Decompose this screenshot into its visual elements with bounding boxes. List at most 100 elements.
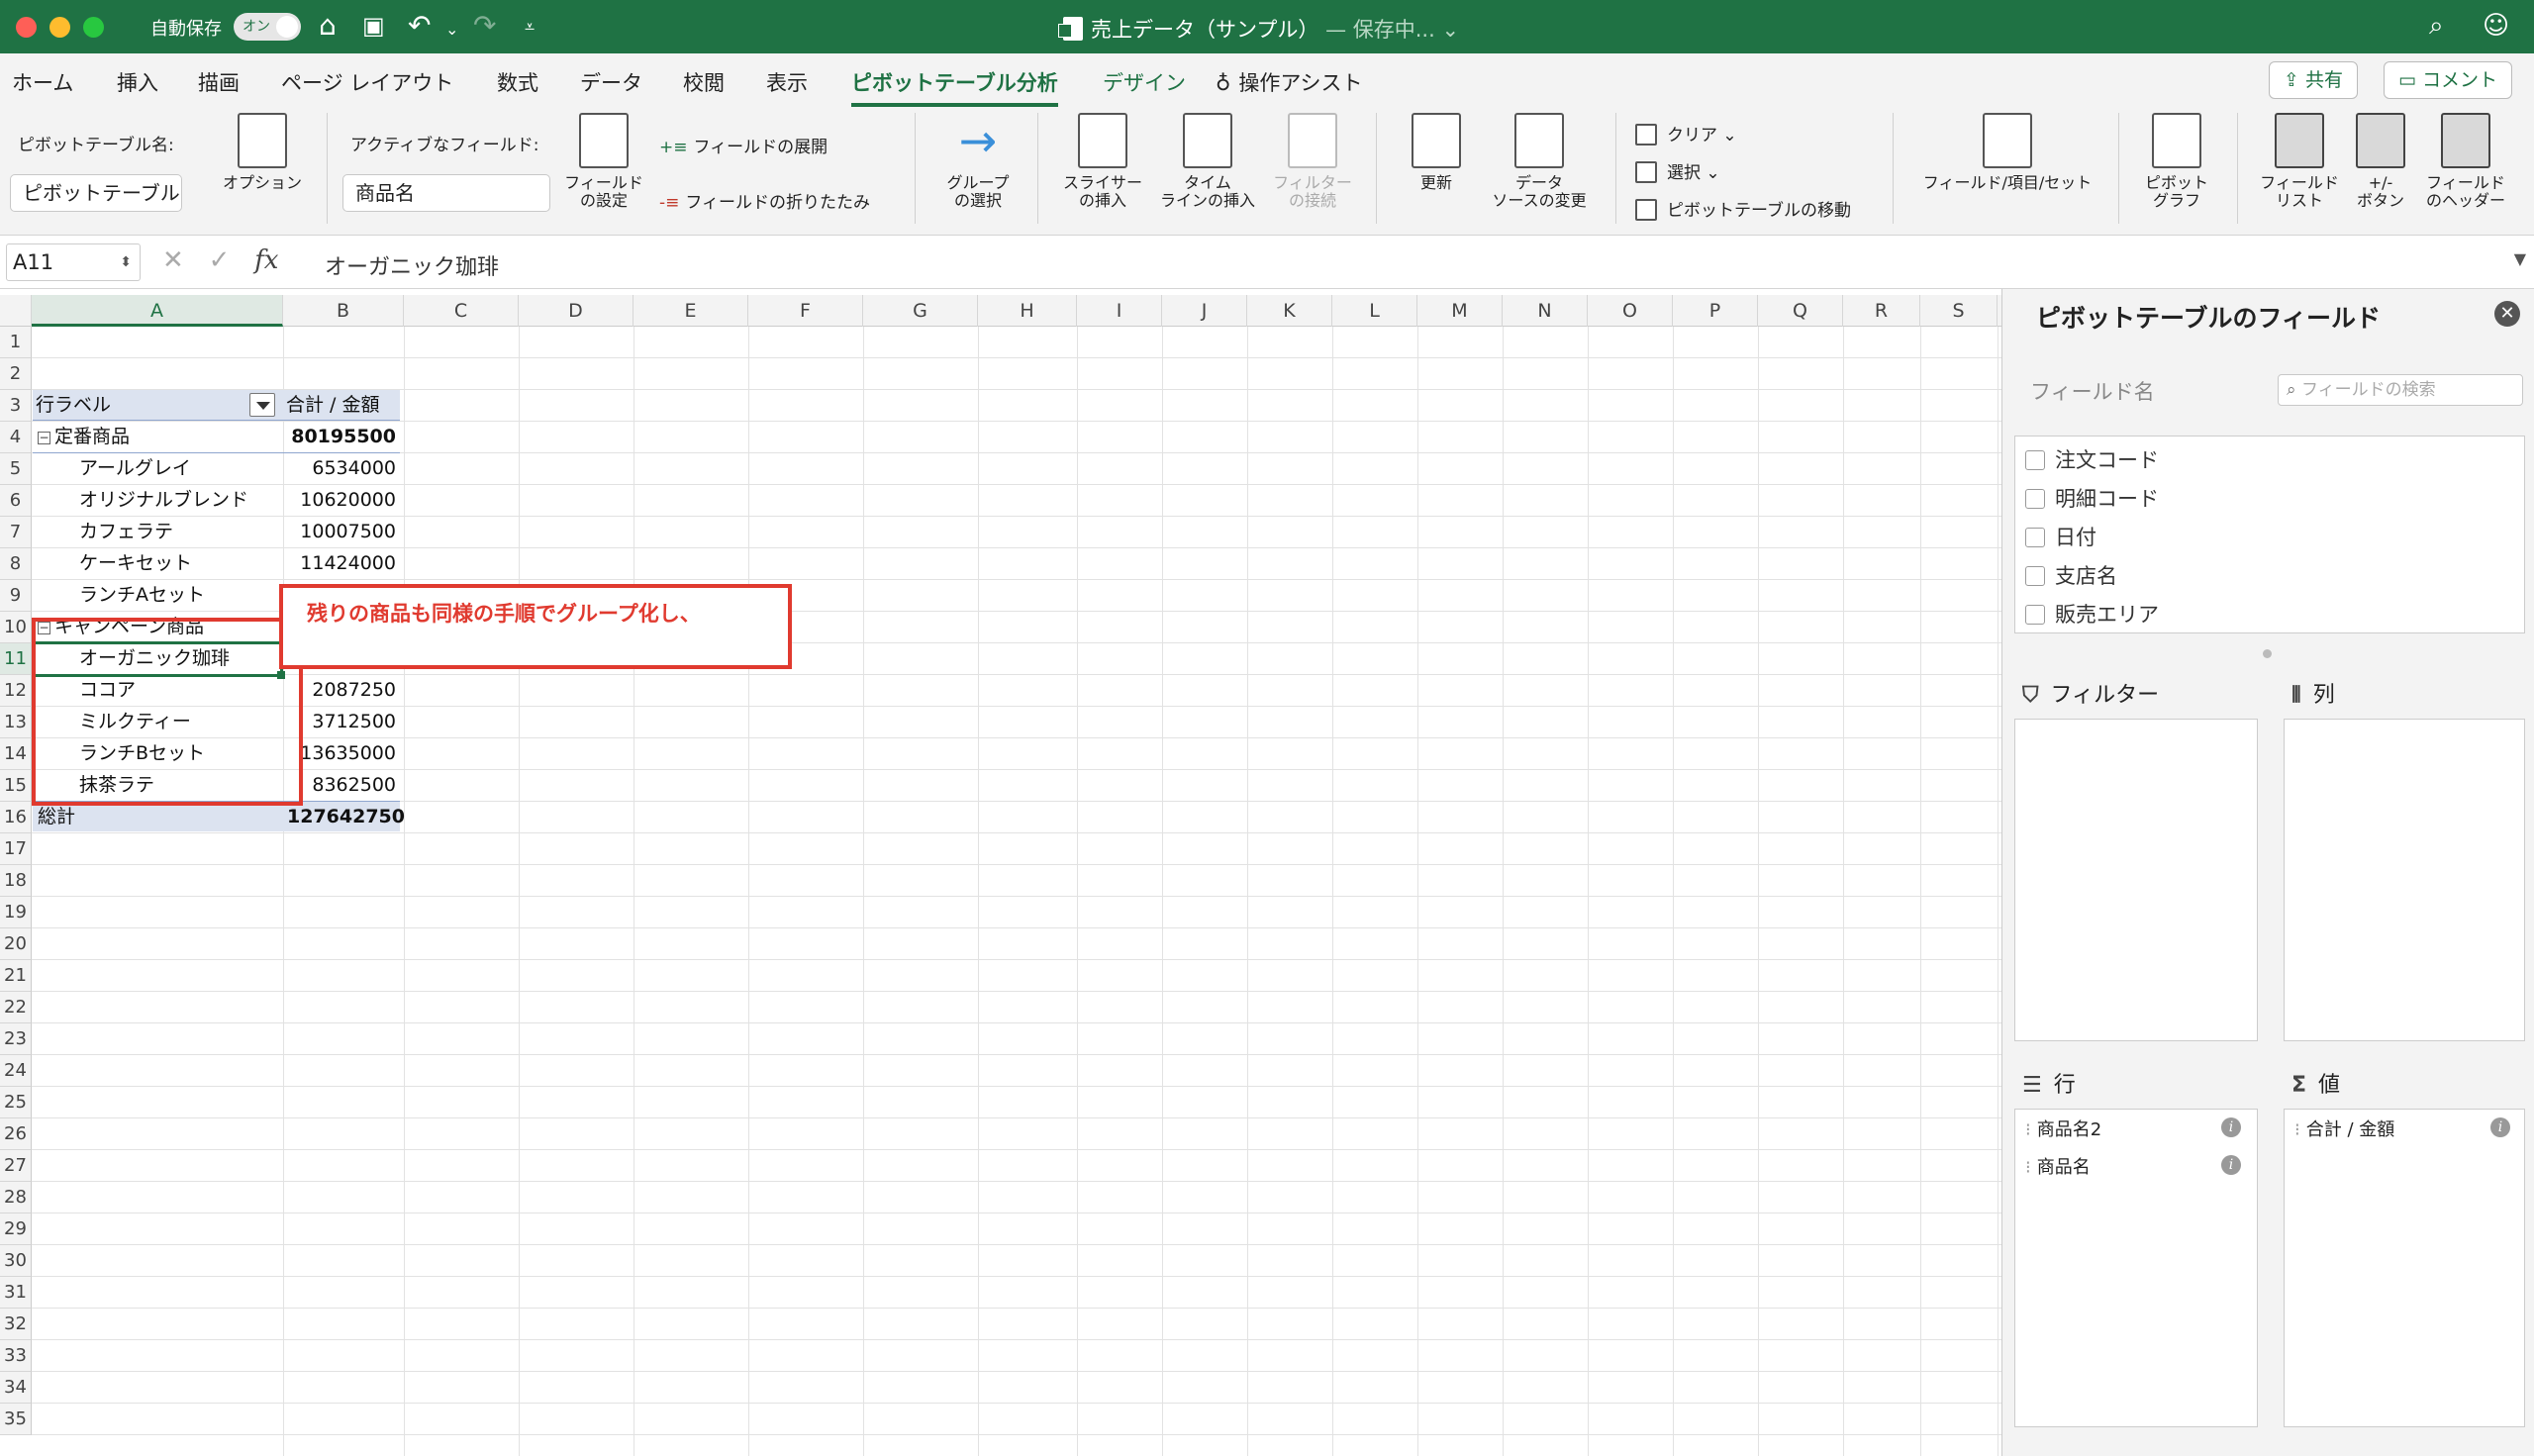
change-data-source-button[interactable]: データ ソースの変更 <box>1485 113 1594 210</box>
column-header-c[interactable]: C <box>404 295 519 327</box>
pivot-item-value[interactable]: 8362500 <box>287 769 396 801</box>
row-header-24[interactable]: 24 <box>0 1055 32 1087</box>
info-icon[interactable]: i <box>2221 1155 2241 1175</box>
row-header-34[interactable]: 34 <box>0 1372 32 1404</box>
field-checkbox-item[interactable]: 支店名 <box>2025 560 2117 590</box>
group1-label[interactable]: − 定番商品 <box>38 421 130 452</box>
tab-design[interactable]: デザイン <box>1103 67 1186 97</box>
row-header-33[interactable]: 33 <box>0 1340 32 1372</box>
redo-icon[interactable]: ↷ <box>473 10 496 42</box>
info-icon[interactable]: i <box>2221 1117 2241 1137</box>
refresh-button[interactable]: 更新 <box>1392 113 1481 192</box>
column-header-f[interactable]: F <box>748 295 863 327</box>
row-header-2[interactable]: 2 <box>0 358 32 390</box>
row-header-1[interactable]: 1 <box>0 327 32 358</box>
row-header-23[interactable]: 23 <box>0 1023 32 1055</box>
options-button[interactable]: オプション <box>208 113 317 192</box>
checkbox[interactable] <box>2025 605 2045 625</box>
worksheet-grid[interactable]: ABCDEFGHIJKLMNOPQRS 1 2 3 4 5 6 7 8 9 10 11 12 13 14 1… <box>0 295 2001 1456</box>
field-list-button[interactable]: フィールド リスト <box>2253 113 2346 210</box>
field-checkbox-item[interactable]: 明細コード <box>2025 483 2159 513</box>
tell-me[interactable]: ♁ 操作アシスト <box>1216 67 1363 97</box>
insert-slicer-button[interactable]: スライサー の挿入 <box>1055 113 1150 210</box>
pivot-item-value[interactable]: 6534000 <box>287 452 396 484</box>
row-labels-filter-button[interactable] <box>249 393 275 417</box>
row-header-10[interactable]: 10 <box>0 612 32 643</box>
row-labels-header[interactable]: 行ラベル <box>36 389 111 421</box>
row-header-31[interactable]: 31 <box>0 1277 32 1309</box>
row-header-15[interactable]: 15 <box>0 770 32 802</box>
field-search-input[interactable]: ⌕ フィールドの検索 <box>2278 374 2523 406</box>
pivot-item-value[interactable]: 13635000 <box>287 737 396 769</box>
expand-formula-icon[interactable]: ▼ <box>2514 249 2526 268</box>
expand-field-button[interactable]: +≡ フィールドの展開 <box>659 133 828 157</box>
tab-review[interactable]: 校閲 <box>683 67 725 97</box>
tab-pivottable-analyze[interactable]: ピボットテーブル分析 <box>851 67 1058 107</box>
name-box[interactable]: A11 ⬍ <box>6 243 141 281</box>
group-selection-button[interactable]: → グループ の選択 <box>928 113 1027 210</box>
sum-amount-header[interactable]: 合計 / 金額 <box>286 389 379 421</box>
insert-timeline-button[interactable]: タイム ラインの挿入 <box>1154 113 1261 210</box>
splitter-handle[interactable] <box>2263 649 2272 658</box>
column-header-n[interactable]: N <box>1503 295 1588 327</box>
row-header-22[interactable]: 22 <box>0 992 32 1023</box>
pivot-item-value[interactable]: 3712500 <box>287 706 396 737</box>
row-header-18[interactable]: 18 <box>0 865 32 897</box>
columns-drop-area[interactable] <box>2284 719 2525 1041</box>
row-header-29[interactable]: 29 <box>0 1213 32 1245</box>
column-header-d[interactable]: D <box>519 295 634 327</box>
field-list[interactable]: 注文コード 明細コード 日付 支店名 販売エリア <box>2014 436 2525 633</box>
pivot-item-name[interactable]: ランチAセット <box>79 579 205 611</box>
row-header-6[interactable]: 6 <box>0 485 32 517</box>
row-header-9[interactable]: 9 <box>0 580 32 612</box>
column-header-a[interactable]: A <box>32 295 283 327</box>
drag-grip-icon[interactable]: ⁝ <box>2025 1119 2031 1140</box>
column-header-j[interactable]: J <box>1162 295 1247 327</box>
search-icon[interactable]: ⌕ <box>2429 10 2444 42</box>
move-pivottable-button[interactable]: ピボットテーブルの移動 <box>1635 196 1851 221</box>
customize-toolbar-icon[interactable]: ⩡ <box>525 12 535 44</box>
row-header-21[interactable]: 21 <box>0 960 32 992</box>
collapse-icon[interactable]: − <box>38 432 50 444</box>
row-header-28[interactable]: 28 <box>0 1182 32 1213</box>
checkbox[interactable] <box>2025 566 2045 586</box>
column-header-e[interactable]: E <box>634 295 748 327</box>
area-field-item[interactable]: ⁝ 商品名2 i <box>2025 1116 2247 1141</box>
filters-drop-area[interactable] <box>2014 719 2258 1041</box>
column-header-m[interactable]: M <box>1417 295 1503 327</box>
checkbox[interactable] <box>2025 528 2045 547</box>
row-header-32[interactable]: 32 <box>0 1309 32 1340</box>
chevron-down-icon[interactable]: ⌄ <box>1441 18 1459 42</box>
column-header-g[interactable]: G <box>863 295 978 327</box>
row-header-19[interactable]: 19 <box>0 897 32 928</box>
clear-button[interactable]: クリア ⌄ <box>1635 121 1737 146</box>
close-icon[interactable]: ✕ <box>2494 301 2520 327</box>
field-checkbox-item[interactable]: 日付 <box>2025 522 2096 551</box>
field-checkbox-item[interactable]: 販売エリア <box>2025 599 2159 629</box>
row-header-26[interactable]: 26 <box>0 1118 32 1150</box>
pivot-item-name[interactable]: オリジナルブレンド <box>79 484 248 516</box>
grand-total-value[interactable]: 127642750 <box>287 801 405 832</box>
share-button[interactable]: ⇪ 共有 <box>2269 61 2358 99</box>
column-header-i[interactable]: I <box>1077 295 1162 327</box>
checkbox[interactable] <box>2025 450 2045 470</box>
info-icon[interactable]: i <box>2490 1117 2510 1137</box>
formula-input[interactable]: オーガニック珈琲 <box>325 249 499 281</box>
row-header-8[interactable]: 8 <box>0 548 32 580</box>
column-header-b[interactable]: B <box>283 295 404 327</box>
enter-icon[interactable]: ✓ <box>209 245 231 275</box>
tab-view[interactable]: 表示 <box>766 67 808 97</box>
row-header-13[interactable]: 13 <box>0 707 32 738</box>
tab-page-layout[interactable]: ページ レイアウト <box>281 67 453 97</box>
row-header-30[interactable]: 30 <box>0 1245 32 1277</box>
smiley-feedback-icon[interactable]: ☺ <box>2483 10 2509 42</box>
zoom-window-button[interactable] <box>83 17 104 38</box>
column-header-k[interactable]: K <box>1247 295 1332 327</box>
row-header-14[interactable]: 14 <box>0 738 32 770</box>
row-header-3[interactable]: 3 <box>0 390 32 422</box>
row-header-5[interactable]: 5 <box>0 453 32 485</box>
row-header-11[interactable]: 11 <box>0 643 32 675</box>
row-header-35[interactable]: 35 <box>0 1404 32 1435</box>
save-icon[interactable]: ▣ <box>362 10 385 42</box>
minimize-window-button[interactable] <box>49 17 70 38</box>
